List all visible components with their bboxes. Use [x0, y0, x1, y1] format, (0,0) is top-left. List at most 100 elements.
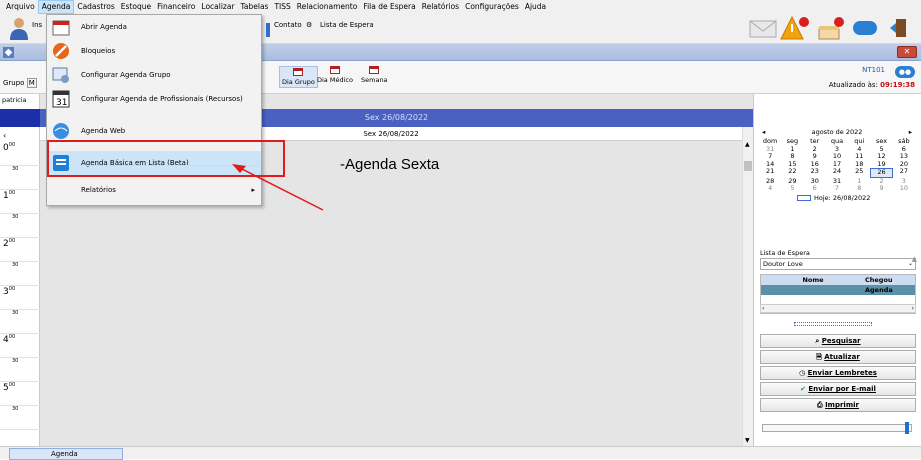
waitlist-select[interactable]: Doutor Love ⌄	[760, 258, 916, 270]
waitlist-scroll-up-icon[interactable]: ▲	[912, 255, 917, 263]
calendar-grid[interactable]: dom seg ter qua qui sex sáb 31 1 2 3 4 5 6 7 8 9 10 11 12 13…	[759, 137, 915, 193]
calendar-icon	[52, 20, 70, 36]
waitlist-hscroll[interactable]: ‹ ›	[760, 304, 916, 313]
menu-item-abrir-agenda[interactable]: Abrir Agenda	[47, 15, 261, 39]
birthday-cake-icon[interactable]	[815, 15, 845, 41]
time-minute: 30	[12, 310, 19, 316]
menu-agenda[interactable]: Agenda	[37, 0, 75, 14]
time-slot[interactable]: 400	[0, 334, 40, 358]
calendar-today[interactable]: Hoje: 26/08/2022	[797, 194, 915, 202]
menu-relat-rios[interactable]: Relatórios	[419, 0, 462, 14]
scroll-thumb[interactable]	[744, 161, 752, 171]
calendar-icon	[293, 68, 304, 76]
time-slot[interactable]: 30	[0, 262, 40, 286]
send-email-button[interactable]: ✔ Enviar por E-mail	[760, 382, 916, 396]
menu-configura-es[interactable]: Configurações	[462, 0, 522, 14]
window-tab-agenda[interactable]: Agenda	[9, 448, 123, 460]
ins-button[interactable]: Ins	[32, 21, 42, 29]
calendar-day[interactable]: 10	[893, 184, 915, 193]
tab-dia-grupo[interactable]: Dia Grupo	[279, 66, 318, 88]
zoom-slider[interactable]	[762, 422, 912, 434]
menu-tiss[interactable]: TISS	[271, 0, 293, 14]
time-column: patricia ‹ 000 30 100 30 200 30 300 30 400 30 500 3…	[0, 94, 40, 446]
menu-item-bloqueios[interactable]: Bloqueios	[47, 39, 261, 63]
schedule-scrollbar[interactable]: ▲ ▼	[742, 127, 753, 446]
chat-badge-icon[interactable]: ●●	[895, 66, 915, 78]
svg-text:31: 31	[56, 98, 67, 108]
search-icon: ⌕	[815, 337, 820, 345]
calendar-day[interactable]: 9	[870, 184, 892, 193]
slider-knob[interactable]	[905, 422, 909, 434]
exit-door-icon[interactable]	[888, 17, 910, 39]
today-marker-icon	[797, 194, 811, 201]
time-slot[interactable]: 300	[0, 286, 40, 310]
user-icon[interactable]	[8, 16, 30, 40]
time-slot[interactable]: 30	[0, 166, 40, 190]
calendar-day[interactable]: 5	[781, 184, 803, 193]
close-window-button[interactable]: ✕	[897, 46, 917, 58]
time-slot[interactable]: 30	[0, 214, 40, 238]
waitlist-toolbar-icon[interactable]: ⚙	[306, 21, 312, 29]
contact-button[interactable]: Contato	[274, 21, 302, 29]
prev-arrow-icon[interactable]: ‹	[3, 131, 6, 140]
tab-dia-medico[interactable]: Dia Médico	[317, 66, 353, 84]
time-slot[interactable]: 000	[0, 142, 40, 166]
scroll-right-icon[interactable]: ›	[912, 305, 914, 312]
menu-estoque[interactable]: Estoque	[118, 0, 154, 14]
user-code: NT101	[862, 66, 885, 74]
time-minute: 00	[8, 286, 16, 292]
chat-icon[interactable]	[852, 20, 878, 36]
window-diamond-icon: ◆	[3, 47, 14, 58]
scroll-down-icon[interactable]: ▼	[745, 437, 750, 444]
time-minute: 00	[8, 238, 16, 244]
menu-item-configurar-agenda-profissionais[interactable]: 31 Configurar Agenda de Profissionais (R…	[47, 87, 261, 111]
search-button[interactable]: ⌕ Pesquisar	[760, 334, 916, 348]
menu-fila-de-espera[interactable]: Fila de Espera	[360, 0, 418, 14]
calendar-icon	[329, 66, 340, 74]
time-slot[interactable]: 100	[0, 190, 40, 214]
alert-icon[interactable]	[780, 15, 810, 41]
refresh-icon: 🗎	[816, 353, 822, 361]
time-minute: 00	[8, 190, 16, 196]
scroll-up-icon[interactable]: ▲	[745, 141, 750, 148]
calendar-day[interactable]: 8	[848, 184, 870, 193]
time-minute: 00	[8, 382, 16, 388]
menu-arquivo[interactable]: Arquivo	[3, 0, 38, 14]
menu-item-configurar-agenda-grupo[interactable]: Configurar Agenda Grupo	[47, 63, 261, 87]
print-button[interactable]: ⎙ Imprimir	[760, 398, 916, 412]
menu-relacionamento[interactable]: Relacionamento	[294, 0, 361, 14]
calendar-day[interactable]: 7	[826, 184, 848, 193]
menu-cadastros[interactable]: Cadastros	[74, 0, 117, 14]
agenda-title: -Agenda Sexta	[340, 156, 440, 173]
time-slot[interactable]: 30	[0, 310, 40, 334]
config-group-icon	[52, 67, 69, 83]
time-slot[interactable]: 500	[0, 382, 40, 406]
time-minute: 30	[12, 358, 19, 364]
menu-tabelas[interactable]: Tabelas	[238, 0, 272, 14]
menu-bar: Arquivo Agenda Cadastros Estoque Financeiro L…	[0, 0, 921, 14]
menu-financeiro[interactable]: Financeiro	[154, 0, 198, 14]
waitlist-pager[interactable]	[794, 322, 872, 326]
refresh-button[interactable]: 🗎 Atualizar	[760, 350, 916, 364]
calendar-31-icon: 31	[52, 90, 70, 108]
send-reminders-button[interactable]: ◷ Enviar Lembretes	[760, 366, 916, 380]
time-minute: 30	[12, 262, 19, 268]
tab-semana[interactable]: Semana	[361, 66, 388, 84]
last-updated: Atualizado às: 09:19:38	[828, 81, 915, 89]
time-minute: 30	[12, 406, 19, 412]
calendar-day[interactable]: 4	[759, 184, 781, 193]
waitlist-label: Lista de Espera	[760, 249, 810, 257]
calendar-day[interactable]: 19	[870, 160, 892, 169]
professional-name: patricia	[2, 96, 27, 104]
calendar-day[interactable]: 6	[804, 184, 826, 193]
month-calendar[interactable]: ◂ agosto de 2022 ▸ dom seg ter qua qui sex sáb…	[759, 126, 915, 210]
mail-icon[interactable]	[748, 17, 778, 39]
menu-ajuda[interactable]: Ajuda	[522, 0, 549, 14]
time-slot[interactable]: 30	[0, 406, 40, 430]
menu-localizar[interactable]: Localizar	[198, 0, 237, 14]
web-icon	[53, 123, 69, 139]
waitlist-button[interactable]: Lista de Espera	[320, 21, 374, 29]
time-slot[interactable]: 30	[0, 358, 40, 382]
time-slot[interactable]: 200	[0, 238, 40, 262]
scroll-left-icon[interactable]: ‹	[762, 305, 764, 312]
